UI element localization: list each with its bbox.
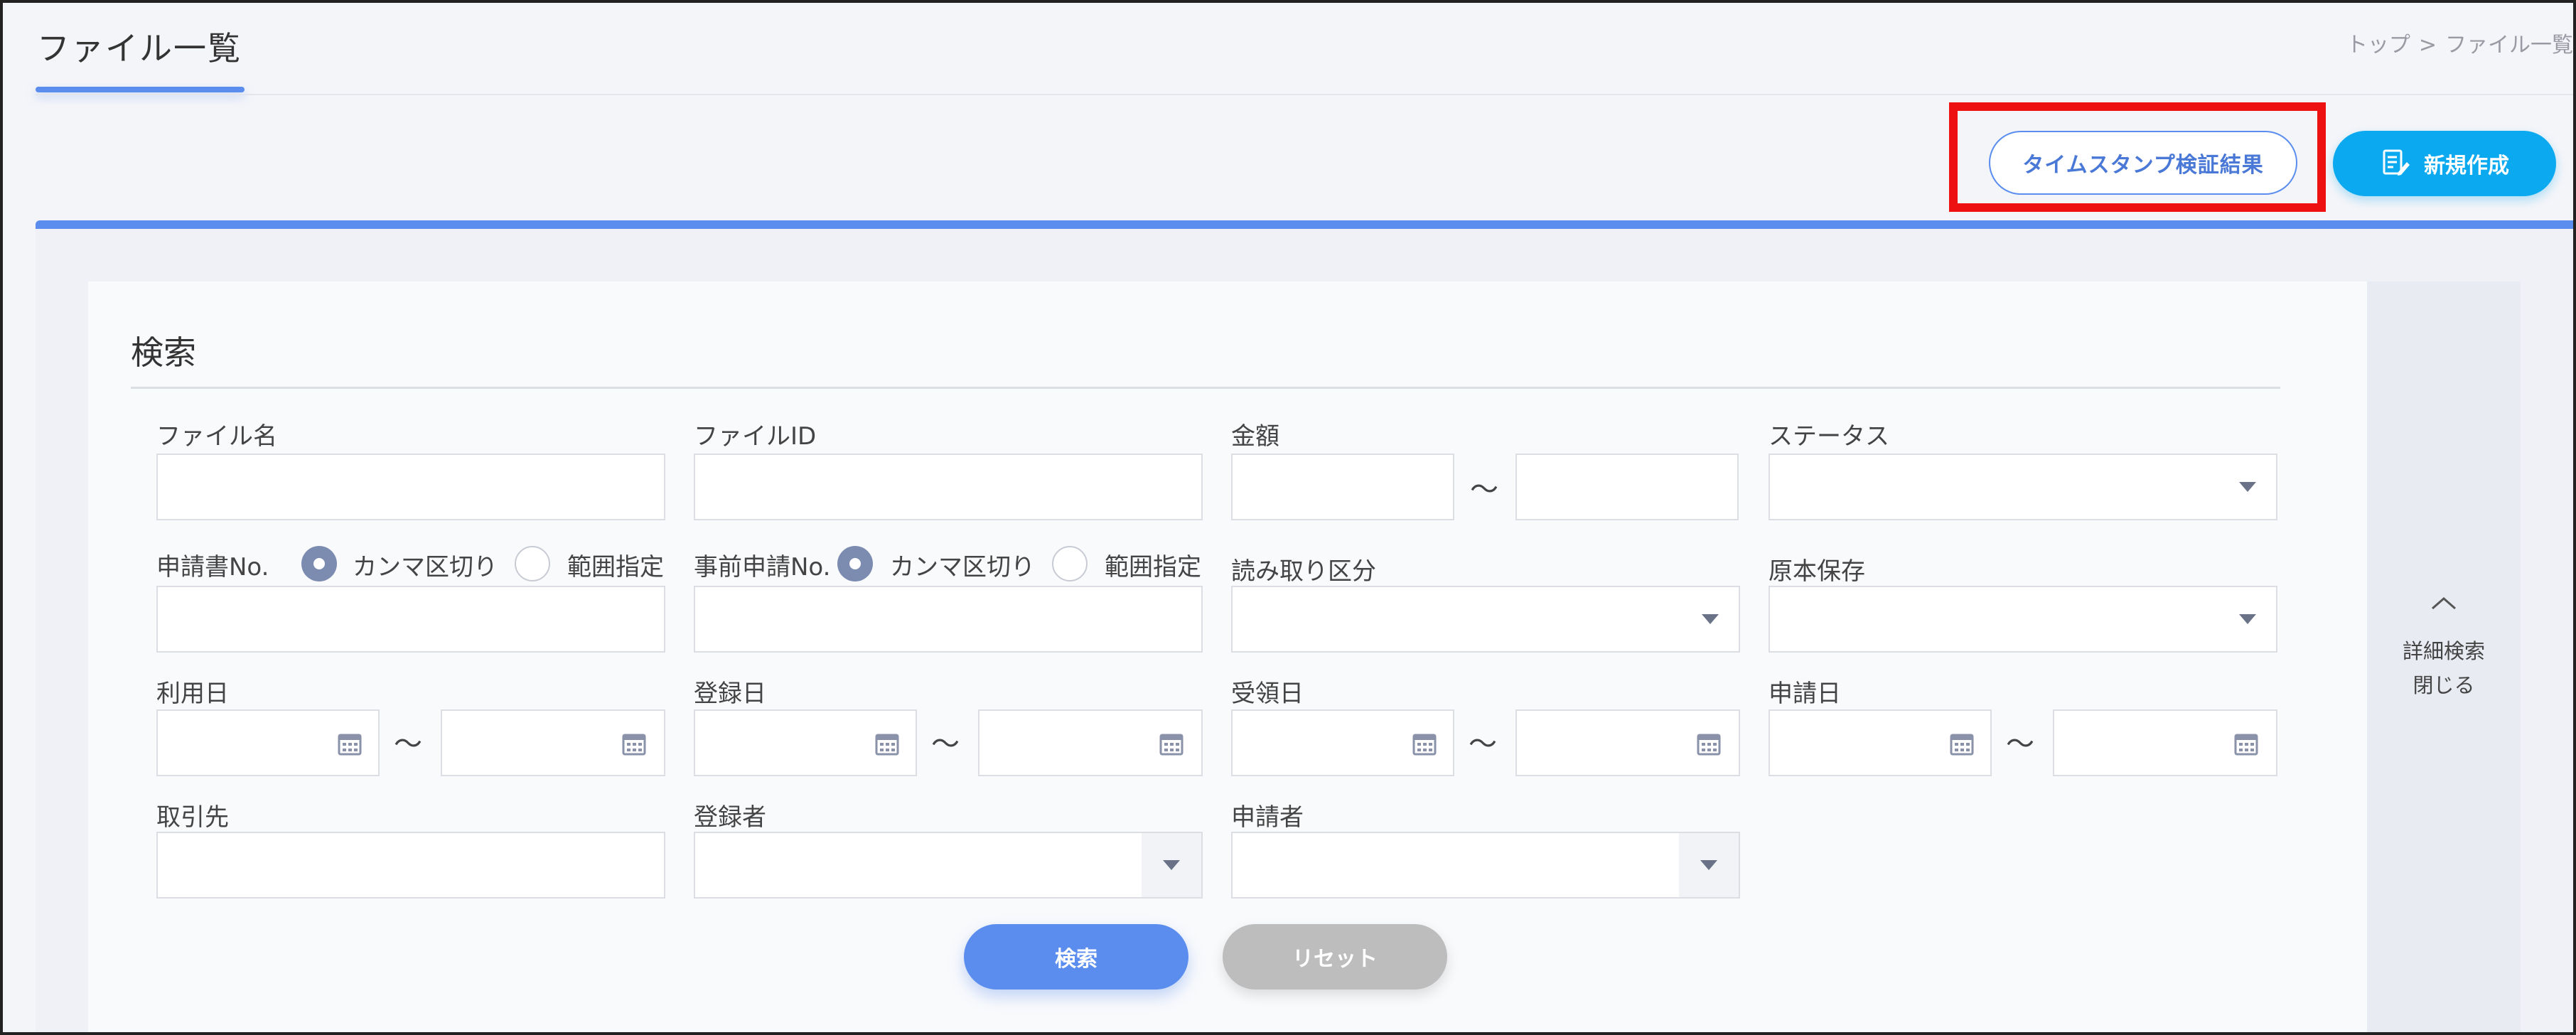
- application-no-range-label[interactable]: 範囲指定: [567, 547, 664, 582]
- app-window: ファイル一覧 トップ > ファイル一覧 タイムスタンプ検証結果 新規作成 詳細検索 …: [0, 0, 2576, 1035]
- registration-date-to-input[interactable]: [978, 709, 1203, 776]
- application-date-range-separator: ～: [2006, 728, 2034, 761]
- read-category-label: 読み取り区分: [1231, 557, 1376, 586]
- pre-application-no-input[interactable]: [694, 586, 1203, 653]
- amount-range-separator: ～: [1470, 473, 1498, 506]
- registrant-label: 登録者: [694, 803, 766, 832]
- amount-from-input[interactable]: [1231, 454, 1454, 520]
- calendar-icon[interactable]: [1412, 731, 1437, 756]
- chevron-down-icon: [1702, 614, 1719, 624]
- file-id-label: ファイルID: [694, 422, 817, 451]
- calendar-icon[interactable]: [1949, 731, 1975, 756]
- registration-date-range-separator: ～: [931, 728, 960, 761]
- page-title: ファイル一覧: [37, 29, 242, 68]
- calendar-icon[interactable]: [621, 731, 647, 756]
- toggle-line-2: 閉じる: [2413, 673, 2475, 697]
- calendar-icon[interactable]: [874, 731, 900, 756]
- usage-date-to-input[interactable]: [441, 709, 665, 776]
- pre-application-no-comma-label[interactable]: カンマ区切り: [890, 547, 1035, 582]
- status-label: ステータス: [1769, 422, 1889, 451]
- counterparty-input[interactable]: [156, 832, 665, 899]
- registration-date-from-input[interactable]: [694, 709, 917, 776]
- file-name-label: ファイル名: [156, 422, 277, 451]
- search-button[interactable]: 検索: [964, 924, 1188, 990]
- breadcrumb-current: ファイル一覧: [2445, 33, 2573, 58]
- usage-date-label: 利用日: [156, 680, 229, 708]
- amount-label: 金額: [1231, 422, 1279, 451]
- applicant-select[interactable]: [1231, 832, 1740, 899]
- application-no-input[interactable]: [156, 586, 665, 653]
- toggle-line-1: 詳細検索: [2402, 639, 2485, 663]
- receipt-date-from-input[interactable]: [1231, 709, 1454, 776]
- registrant-select[interactable]: [694, 832, 1203, 899]
- pre-application-no-comma-radio[interactable]: [837, 546, 873, 581]
- calendar-icon[interactable]: [337, 731, 363, 756]
- applicant-dropdown-button[interactable]: [1679, 833, 1739, 897]
- calendar-icon[interactable]: [2233, 731, 2259, 756]
- active-tab-indicator: [36, 87, 245, 92]
- chevron-down-icon: [2239, 482, 2256, 492]
- counterparty-label: 取引先: [156, 803, 229, 832]
- application-no-label: 申請書No.: [156, 553, 269, 581]
- registrant-dropdown-button[interactable]: [1142, 833, 1201, 897]
- original-storage-label: 原本保存: [1769, 557, 1865, 586]
- registration-date-label: 登録日: [694, 680, 766, 708]
- applicant-label: 申請者: [1231, 803, 1304, 832]
- application-no-comma-label[interactable]: カンマ区切り: [353, 547, 498, 582]
- application-no-range-radio[interactable]: [515, 546, 550, 581]
- card-accent-bar: [36, 220, 2573, 229]
- application-date-to-input[interactable]: [2053, 709, 2277, 776]
- breadcrumb: トップ > ファイル一覧: [2346, 27, 2573, 58]
- status-select[interactable]: [1769, 454, 2277, 520]
- calendar-icon[interactable]: [1159, 731, 1184, 756]
- application-date-from-input[interactable]: [1769, 709, 1992, 776]
- amount-to-input[interactable]: [1515, 454, 1739, 520]
- search-panel: [88, 281, 2367, 1032]
- receipt-date-to-input[interactable]: [1515, 709, 1740, 776]
- usage-date-from-input[interactable]: [156, 709, 380, 776]
- chevron-down-icon: [2239, 614, 2256, 624]
- file-name-input[interactable]: [156, 454, 665, 520]
- breadcrumb-separator: >: [2418, 33, 2437, 58]
- advanced-search-toggle[interactable]: 詳細検索 閉じる: [2367, 281, 2521, 1032]
- search-section-divider: [131, 387, 2280, 389]
- header-divider: [36, 94, 2573, 95]
- breadcrumb-home[interactable]: トップ: [2346, 33, 2410, 58]
- chevron-up-icon: [2432, 597, 2456, 610]
- pre-application-no-range-radio[interactable]: [1052, 546, 1088, 581]
- pre-application-no-range-label[interactable]: 範囲指定: [1105, 547, 1201, 582]
- calendar-icon[interactable]: [1696, 731, 1722, 756]
- usage-date-range-separator: ～: [394, 728, 422, 761]
- pre-application-no-label: 事前申請No.: [694, 553, 831, 581]
- advanced-search-toggle-label: 詳細検索 閉じる: [2367, 634, 2521, 702]
- new-create-button[interactable]: 新規作成: [2333, 131, 2556, 196]
- original-storage-select[interactable]: [1769, 586, 2277, 653]
- application-date-label: 申請日: [1769, 680, 1841, 708]
- reset-button[interactable]: リセット: [1223, 924, 1447, 990]
- receipt-date-label: 受領日: [1231, 680, 1304, 708]
- receipt-date-range-separator: ～: [1469, 728, 1497, 761]
- file-id-input[interactable]: [694, 454, 1203, 520]
- chevron-down-icon: [1700, 860, 1717, 870]
- read-category-select[interactable]: [1231, 586, 1740, 653]
- timestamp-verification-button[interactable]: タイムスタンプ検証結果: [1989, 131, 2297, 195]
- edit-document-icon: [2383, 149, 2410, 176]
- new-create-label: 新規作成: [2424, 154, 2509, 178]
- chevron-down-icon: [1163, 860, 1180, 870]
- application-no-comma-radio[interactable]: [301, 546, 337, 581]
- search-section-title: 検索: [131, 333, 196, 372]
